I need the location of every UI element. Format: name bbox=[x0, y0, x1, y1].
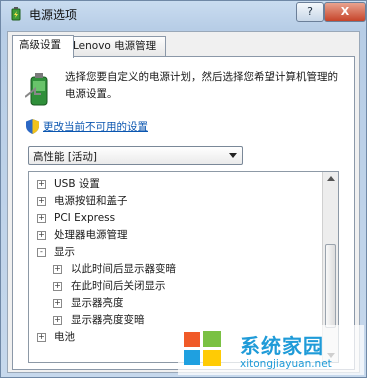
tree-item-label: 显示器亮度变暗 bbox=[71, 314, 145, 326]
tab-advanced-settings[interactable]: 高级设置 bbox=[12, 35, 74, 58]
change-unavailable-settings-link[interactable]: 更改当前不可用的设置 bbox=[43, 119, 148, 134]
collapse-icon[interactable]: - bbox=[37, 248, 46, 257]
expand-icon[interactable]: + bbox=[53, 265, 62, 274]
expand-icon[interactable]: + bbox=[37, 180, 46, 189]
title-bar: 电源选项 ? X bbox=[1, 1, 366, 27]
tree-item-label: USB 设置 bbox=[54, 178, 100, 190]
battery-plan-icon bbox=[25, 73, 48, 106]
help-button[interactable]: ? bbox=[296, 2, 324, 22]
tree-item-label: 显示 bbox=[54, 246, 75, 258]
close-button[interactable]: X bbox=[324, 2, 366, 22]
expand-icon[interactable]: + bbox=[53, 282, 62, 291]
advanced-settings-panel: 选择您要自定义的电源计划，然后选择您希望计算机管理的电源设置。 更改当前不可用的… bbox=[12, 56, 355, 370]
tree-item-label: 电源按钮和盖子 bbox=[54, 195, 128, 207]
expand-icon[interactable]: + bbox=[37, 231, 46, 240]
tree-item-label: 在此时间后关闭显示 bbox=[71, 280, 166, 292]
expand-icon[interactable]: + bbox=[53, 299, 62, 308]
window-title: 电源选项 bbox=[29, 8, 78, 22]
chevron-down-icon[interactable] bbox=[229, 153, 237, 158]
watermark-url: xitongjiayuan.net bbox=[240, 358, 332, 370]
expand-icon[interactable]: + bbox=[37, 333, 46, 342]
tree-item-label: 处理器电源管理 bbox=[54, 229, 128, 241]
expand-icon[interactable]: + bbox=[37, 214, 46, 223]
windows-logo-icon bbox=[184, 331, 221, 366]
tree-item-label: 电池 bbox=[54, 331, 75, 343]
battery-power-icon bbox=[11, 7, 21, 21]
watermark-name: 系统家园 bbox=[240, 334, 324, 358]
scroll-up-icon[interactable] bbox=[327, 176, 335, 181]
power-plan-select[interactable]: 高性能 [活动] bbox=[28, 146, 243, 165]
expand-icon[interactable]: + bbox=[37, 197, 46, 206]
tab-lenovo-power-management[interactable]: Lenovo 电源管理 bbox=[66, 36, 166, 57]
uac-shield-icon bbox=[26, 119, 39, 134]
expand-icon[interactable]: + bbox=[53, 316, 62, 325]
plan-description: 选择您要自定义的电源计划，然后选择您希望计算机管理的电源设置。 bbox=[65, 71, 338, 100]
site-watermark: 系统家园 xitongjiayuan.net bbox=[178, 325, 364, 375]
tree-item-label: 以此时间后显示器变暗 bbox=[71, 263, 176, 275]
power-options-window: 电源选项 ? X 高级设置 Lenovo 电源管理 选择您要自定义的电源计划，然… bbox=[0, 0, 367, 378]
tree-item-label: 显示器亮度 bbox=[71, 297, 124, 309]
dialog-client-area: 高级设置 Lenovo 电源管理 选择您要自定义的电源计划，然后选择您希望计算机… bbox=[7, 31, 360, 373]
tree-item-label: PCI Express bbox=[54, 212, 116, 224]
scrollbar-thumb[interactable] bbox=[325, 244, 336, 328]
power-plan-value: 高性能 [活动] bbox=[33, 151, 98, 163]
